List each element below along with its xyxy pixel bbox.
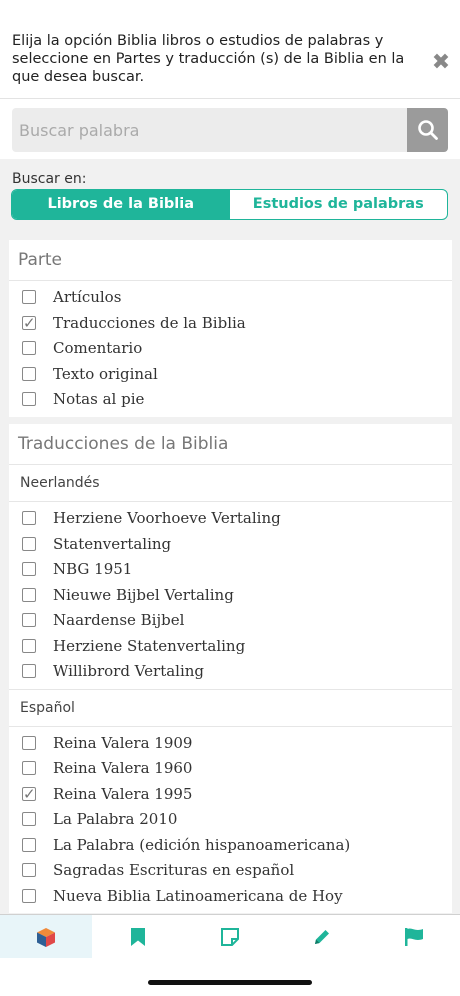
- translation-option[interactable]: Nueva Biblia Latinoamericana de Hoy: [9, 884, 452, 910]
- parte-list: Artículos Traducciones de la Biblia Coment…: [9, 281, 452, 417]
- translation-option[interactable]: La Palabra 2010: [9, 807, 452, 833]
- checkbox[interactable]: [22, 392, 36, 406]
- checkbox[interactable]: [22, 587, 36, 602]
- option-label: Willibrord Vertaling: [53, 662, 205, 680]
- checkbox[interactable]: [22, 536, 36, 551]
- option-label: Nieuwe Bijbel Vertaling: [53, 585, 234, 604]
- translation-option[interactable]: Sagradas Escrituras en español: [9, 858, 452, 884]
- home-indicator[interactable]: [148, 980, 312, 985]
- parte-card: Parte Artículos Traducciones de la Biblia…: [9, 240, 452, 417]
- translation-option[interactable]: Naardense Bijbel: [9, 608, 452, 634]
- translation-groups: Neerlandés Herziene Voorhoeve Vertaling St…: [9, 465, 452, 913]
- instruction-text: Elija la opción Biblia libros o estudios…: [12, 33, 405, 85]
- checkbox[interactable]: [22, 562, 36, 576]
- option-label: Notas al pie: [53, 390, 145, 408]
- bookmark-icon: [131, 928, 145, 946]
- bottom-tab-bar: [0, 914, 460, 959]
- option-label: Comentario: [53, 339, 143, 357]
- translation-option[interactable]: La Palabra (edición hispanoamericana): [9, 833, 452, 859]
- tab-flags[interactable]: [368, 915, 460, 959]
- translation-option[interactable]: Herziene Voorhoeve Vertaling: [9, 506, 452, 532]
- cube-icon: [37, 928, 55, 947]
- tab-library[interactable]: [0, 915, 92, 959]
- option-label: Sagradas Escrituras en español: [53, 861, 295, 879]
- checkbox[interactable]: [22, 761, 36, 775]
- translation-option[interactable]: Willibrord Vertaling: [9, 659, 452, 685]
- checkbox[interactable]: [22, 366, 36, 381]
- checkbox[interactable]: [22, 812, 36, 826]
- search-icon: [418, 120, 438, 140]
- parte-option[interactable]: Texto original: [9, 362, 452, 388]
- translation-option[interactable]: Reina Valera 1909: [9, 731, 452, 757]
- parte-title: Parte: [9, 240, 452, 281]
- search-in-label: Buscar en:: [12, 171, 87, 187]
- checkbox[interactable]: [22, 735, 36, 750]
- tab-bookmarks[interactable]: [92, 915, 184, 959]
- option-label: La Palabra 2010: [53, 810, 178, 828]
- option-label: Artículos: [53, 288, 122, 306]
- instruction-header: Elija la opción Biblia libros o estudios…: [0, 0, 460, 99]
- tab-highlights[interactable]: [276, 915, 368, 959]
- translation-option[interactable]: Reina Valera 1995: [9, 782, 452, 807]
- checkbox[interactable]: [22, 613, 36, 627]
- checkbox[interactable]: [22, 888, 36, 903]
- search-scope-toggle: Libros de la Biblia Estudios de palabras: [11, 189, 448, 220]
- option-label: Naardense Bijbel: [53, 611, 185, 629]
- option-label: Reina Valera 1909: [53, 733, 193, 752]
- home-area: [0, 958, 460, 996]
- scope-option-word-studies[interactable]: Estudios de palabras: [230, 190, 448, 219]
- language-group-title: Neerlandés: [9, 465, 452, 502]
- translations-card: Traducciones de la Biblia Neerlandés Herz…: [9, 424, 452, 913]
- checkbox[interactable]: [22, 638, 36, 653]
- translations-title: Traducciones de la Biblia: [9, 424, 452, 465]
- option-label: Traducciones de la Biblia: [53, 313, 246, 332]
- parte-option[interactable]: Notas al pie: [9, 387, 452, 413]
- checkbox[interactable]: [22, 664, 36, 678]
- checkbox[interactable]: [22, 511, 36, 525]
- checkbox[interactable]: [22, 837, 36, 852]
- option-label: Reina Valera 1995: [53, 784, 193, 803]
- translation-option[interactable]: Herziene Statenvertaling: [9, 634, 452, 660]
- translation-list: Herziene Voorhoeve Vertaling Statenvertal…: [9, 502, 452, 689]
- option-label: Herziene Statenvertaling: [53, 636, 246, 655]
- scope-option-bible-books[interactable]: Libros de la Biblia: [12, 190, 230, 219]
- checkbox[interactable]: [22, 290, 36, 304]
- parte-option[interactable]: Comentario: [9, 336, 452, 362]
- option-label: La Palabra (edición hispanoamericana): [53, 835, 351, 854]
- flag-icon: [405, 928, 423, 946]
- parte-option[interactable]: Traducciones de la Biblia: [9, 311, 452, 336]
- option-label: Texto original: [53, 364, 158, 383]
- option-label: Herziene Voorhoeve Vertaling: [53, 509, 281, 527]
- translation-option[interactable]: Nieuwe Bijbel Vertaling: [9, 583, 452, 609]
- checkbox[interactable]: [22, 863, 36, 877]
- translation-option[interactable]: Reina Valera 1960: [9, 756, 452, 782]
- checkbox[interactable]: [22, 341, 36, 355]
- checkbox-checked[interactable]: [22, 311, 36, 336]
- parte-option[interactable]: Artículos: [9, 285, 452, 311]
- option-label: Nueva Biblia Latinoamericana de Hoy: [53, 886, 343, 905]
- tab-notes[interactable]: [184, 915, 276, 959]
- note-icon: [221, 928, 239, 946]
- search-input[interactable]: [12, 108, 407, 152]
- search-button[interactable]: [407, 108, 448, 152]
- translation-list: Reina Valera 1909 Reina Valera 1960 Reina …: [9, 727, 452, 914]
- close-icon[interactable]: ✖: [430, 52, 452, 74]
- pencil-icon: [315, 930, 329, 944]
- option-label: NBG 1951: [53, 560, 133, 578]
- option-label: Statenvertaling: [53, 534, 172, 553]
- checkbox-checked[interactable]: [22, 782, 36, 807]
- language-group-title: Español: [9, 688, 452, 727]
- option-label: Reina Valera 1960: [53, 759, 193, 777]
- translation-option[interactable]: Statenvertaling: [9, 532, 452, 558]
- translation-option[interactable]: NBG 1951: [9, 557, 452, 583]
